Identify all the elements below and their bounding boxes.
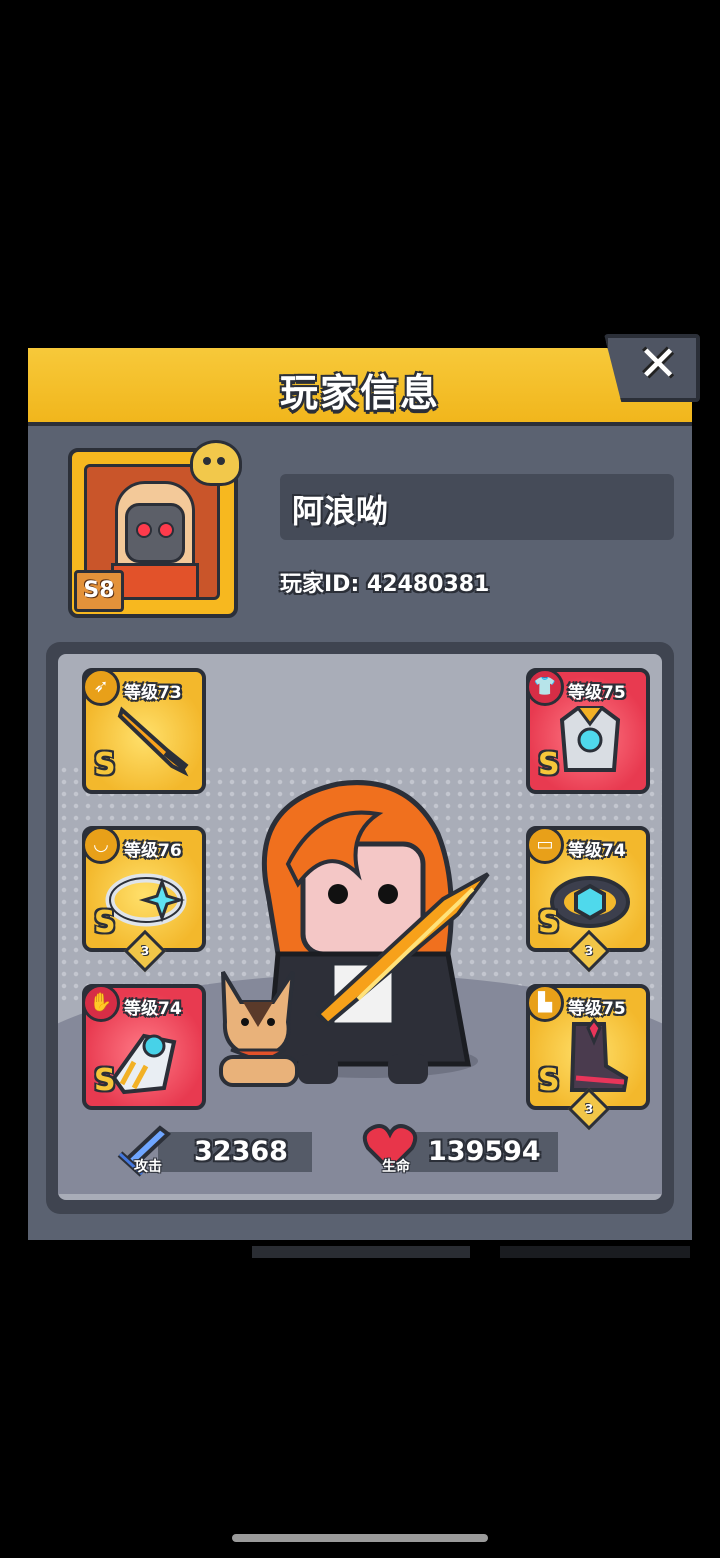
avatar[interactable]: S8: [68, 440, 242, 618]
equip-slot-boots[interactable]: ▙ 等级75 S 3: [526, 984, 650, 1131]
necklace-icon: ◡: [82, 826, 120, 864]
player-name: 阿浪呦: [292, 492, 389, 530]
attack-label: 攻击: [134, 1159, 162, 1175]
equip-slot-necklace[interactable]: ◡ 等级76 S 3: [82, 826, 206, 973]
pet-icon: [190, 440, 242, 486]
slot-level: 等级74: [124, 999, 182, 1019]
armor-art: [559, 706, 621, 772]
equip-slot-armor[interactable]: 👕 等级75 S: [526, 668, 650, 794]
slot-level: 等级74: [568, 841, 626, 861]
slot-rank: S: [538, 905, 560, 940]
slot-rank: S: [94, 747, 116, 782]
health-value: 139594: [428, 1136, 541, 1167]
player-id: 玩家ID: 42480381: [280, 572, 490, 597]
slot-level: 等级76: [124, 841, 182, 861]
health-label: 生命: [382, 1159, 410, 1175]
equipment-panel: ➶ 等级73 S ◡ 等级76 S 3 ✋ 等级74 S 👕 等级75 S ▭ …: [46, 642, 674, 1214]
dialog-title-bar: 玩家信息: [28, 348, 692, 426]
necklace-art: [105, 873, 187, 927]
slot-rank: S: [94, 1063, 116, 1098]
boots-art: [569, 1017, 629, 1092]
pet-dog-sprite: [219, 970, 299, 1087]
weapon-art: [117, 706, 189, 777]
home-indicator[interactable]: [232, 1534, 488, 1542]
slot-rank: S: [538, 1063, 560, 1098]
health-stat: 139594: [404, 1132, 558, 1172]
attack-value: 32368: [194, 1136, 288, 1167]
equip-slot-weapon[interactable]: ➶ 等级73 S: [82, 668, 206, 794]
divider-right: [500, 1246, 690, 1258]
divider-left: [252, 1246, 470, 1258]
slot-rank: S: [94, 905, 116, 940]
player-name-box: 阿浪呦: [280, 474, 674, 540]
equip-slot-gloves[interactable]: ✋ 等级74 S: [82, 984, 206, 1110]
equipment-stage: ➶ 等级73 S ◡ 等级76 S 3 ✋ 等级74 S 👕 等级75 S ▭ …: [58, 654, 662, 1200]
dialog-title: 玩家信息: [279, 371, 440, 415]
glove-icon: ✋: [82, 984, 120, 1022]
season-badge: S8: [74, 570, 124, 612]
slot-rank: S: [538, 747, 560, 782]
player-info-dialog: 玩家信息 ✕ S8 阿浪呦 玩家ID: 42480381 ➶ 等级73 S ◡ …: [28, 334, 700, 1240]
gloves-art: [111, 1033, 177, 1095]
belt-icon: ▭: [526, 826, 564, 864]
close-icon: ✕: [638, 336, 679, 392]
sword-icon: ➶: [82, 668, 120, 706]
equip-slot-belt[interactable]: ▭ 等级74 S 3: [526, 826, 650, 973]
attack-stat: 32368: [158, 1132, 312, 1172]
slot-level: 等级73: [124, 683, 182, 703]
